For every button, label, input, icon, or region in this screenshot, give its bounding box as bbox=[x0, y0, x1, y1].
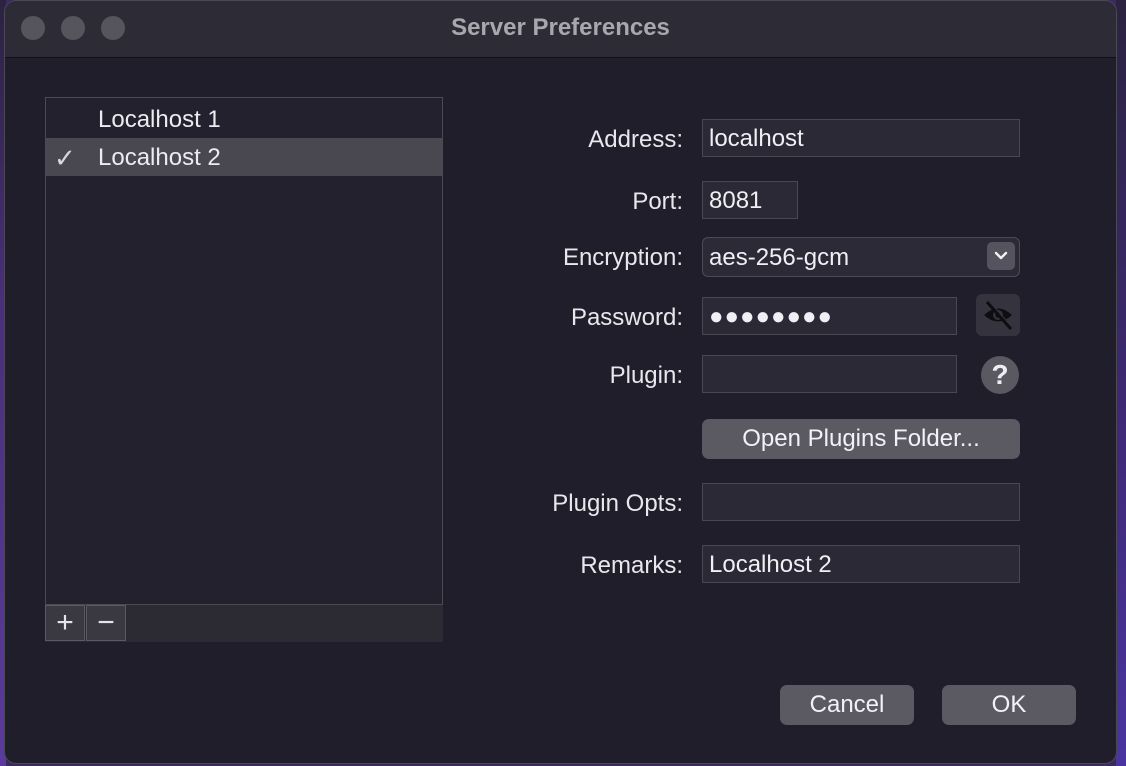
desktop-background-right bbox=[1116, 0, 1126, 766]
address-label: Address: bbox=[588, 126, 683, 153]
port-label: Port: bbox=[632, 188, 683, 215]
plugin-opts-field[interactable] bbox=[702, 483, 1020, 521]
toggle-password-visibility-button[interactable] bbox=[976, 294, 1020, 336]
titlebar: Server Preferences bbox=[5, 1, 1116, 58]
server-list-item[interactable]: Localhost 1 bbox=[46, 100, 442, 138]
encryption-select[interactable]: aes-256-gcm bbox=[702, 237, 1020, 277]
password-field[interactable]: ●●●●●●●● bbox=[702, 297, 957, 335]
add-server-button[interactable]: + bbox=[45, 605, 85, 641]
open-plugins-folder-button[interactable]: Open Plugins Folder... bbox=[702, 419, 1020, 459]
address-field[interactable]: localhost bbox=[702, 119, 1020, 157]
encryption-selected-value: aes-256-gcm bbox=[709, 244, 850, 271]
server-list-item-label: Localhost 1 bbox=[98, 106, 221, 133]
encryption-label: Encryption: bbox=[562, 244, 683, 271]
server-list-item-selected[interactable]: ✓ Localhost 2 bbox=[46, 138, 442, 176]
remove-server-button[interactable]: − bbox=[86, 605, 126, 641]
port-field[interactable]: 8081 bbox=[702, 181, 798, 219]
ok-button[interactable]: OK bbox=[942, 685, 1076, 725]
chevron-down-icon bbox=[987, 242, 1015, 270]
checkmark-icon: ✓ bbox=[54, 143, 76, 173]
password-label: Password: bbox=[570, 304, 683, 331]
help-icon[interactable]: ? bbox=[981, 356, 1019, 394]
plugin-opts-label: Plugin Opts: bbox=[552, 490, 683, 517]
cancel-button[interactable]: Cancel bbox=[780, 685, 914, 725]
plugin-field[interactable] bbox=[702, 355, 957, 393]
window-title: Server Preferences bbox=[451, 14, 670, 41]
server-list-toolbar: + − bbox=[45, 605, 443, 642]
server-preferences-window: Server Preferences Localhost 1 ✓ Localho… bbox=[4, 0, 1117, 764]
remarks-label: Remarks: bbox=[580, 552, 683, 579]
plugin-label: Plugin: bbox=[609, 362, 683, 389]
server-list-item-label: Localhost 2 bbox=[98, 144, 221, 171]
server-list[interactable]: Localhost 1 ✓ Localhost 2 bbox=[45, 97, 443, 605]
remarks-field[interactable]: Localhost 2 bbox=[702, 545, 1020, 583]
eye-slash-icon bbox=[984, 300, 1014, 330]
